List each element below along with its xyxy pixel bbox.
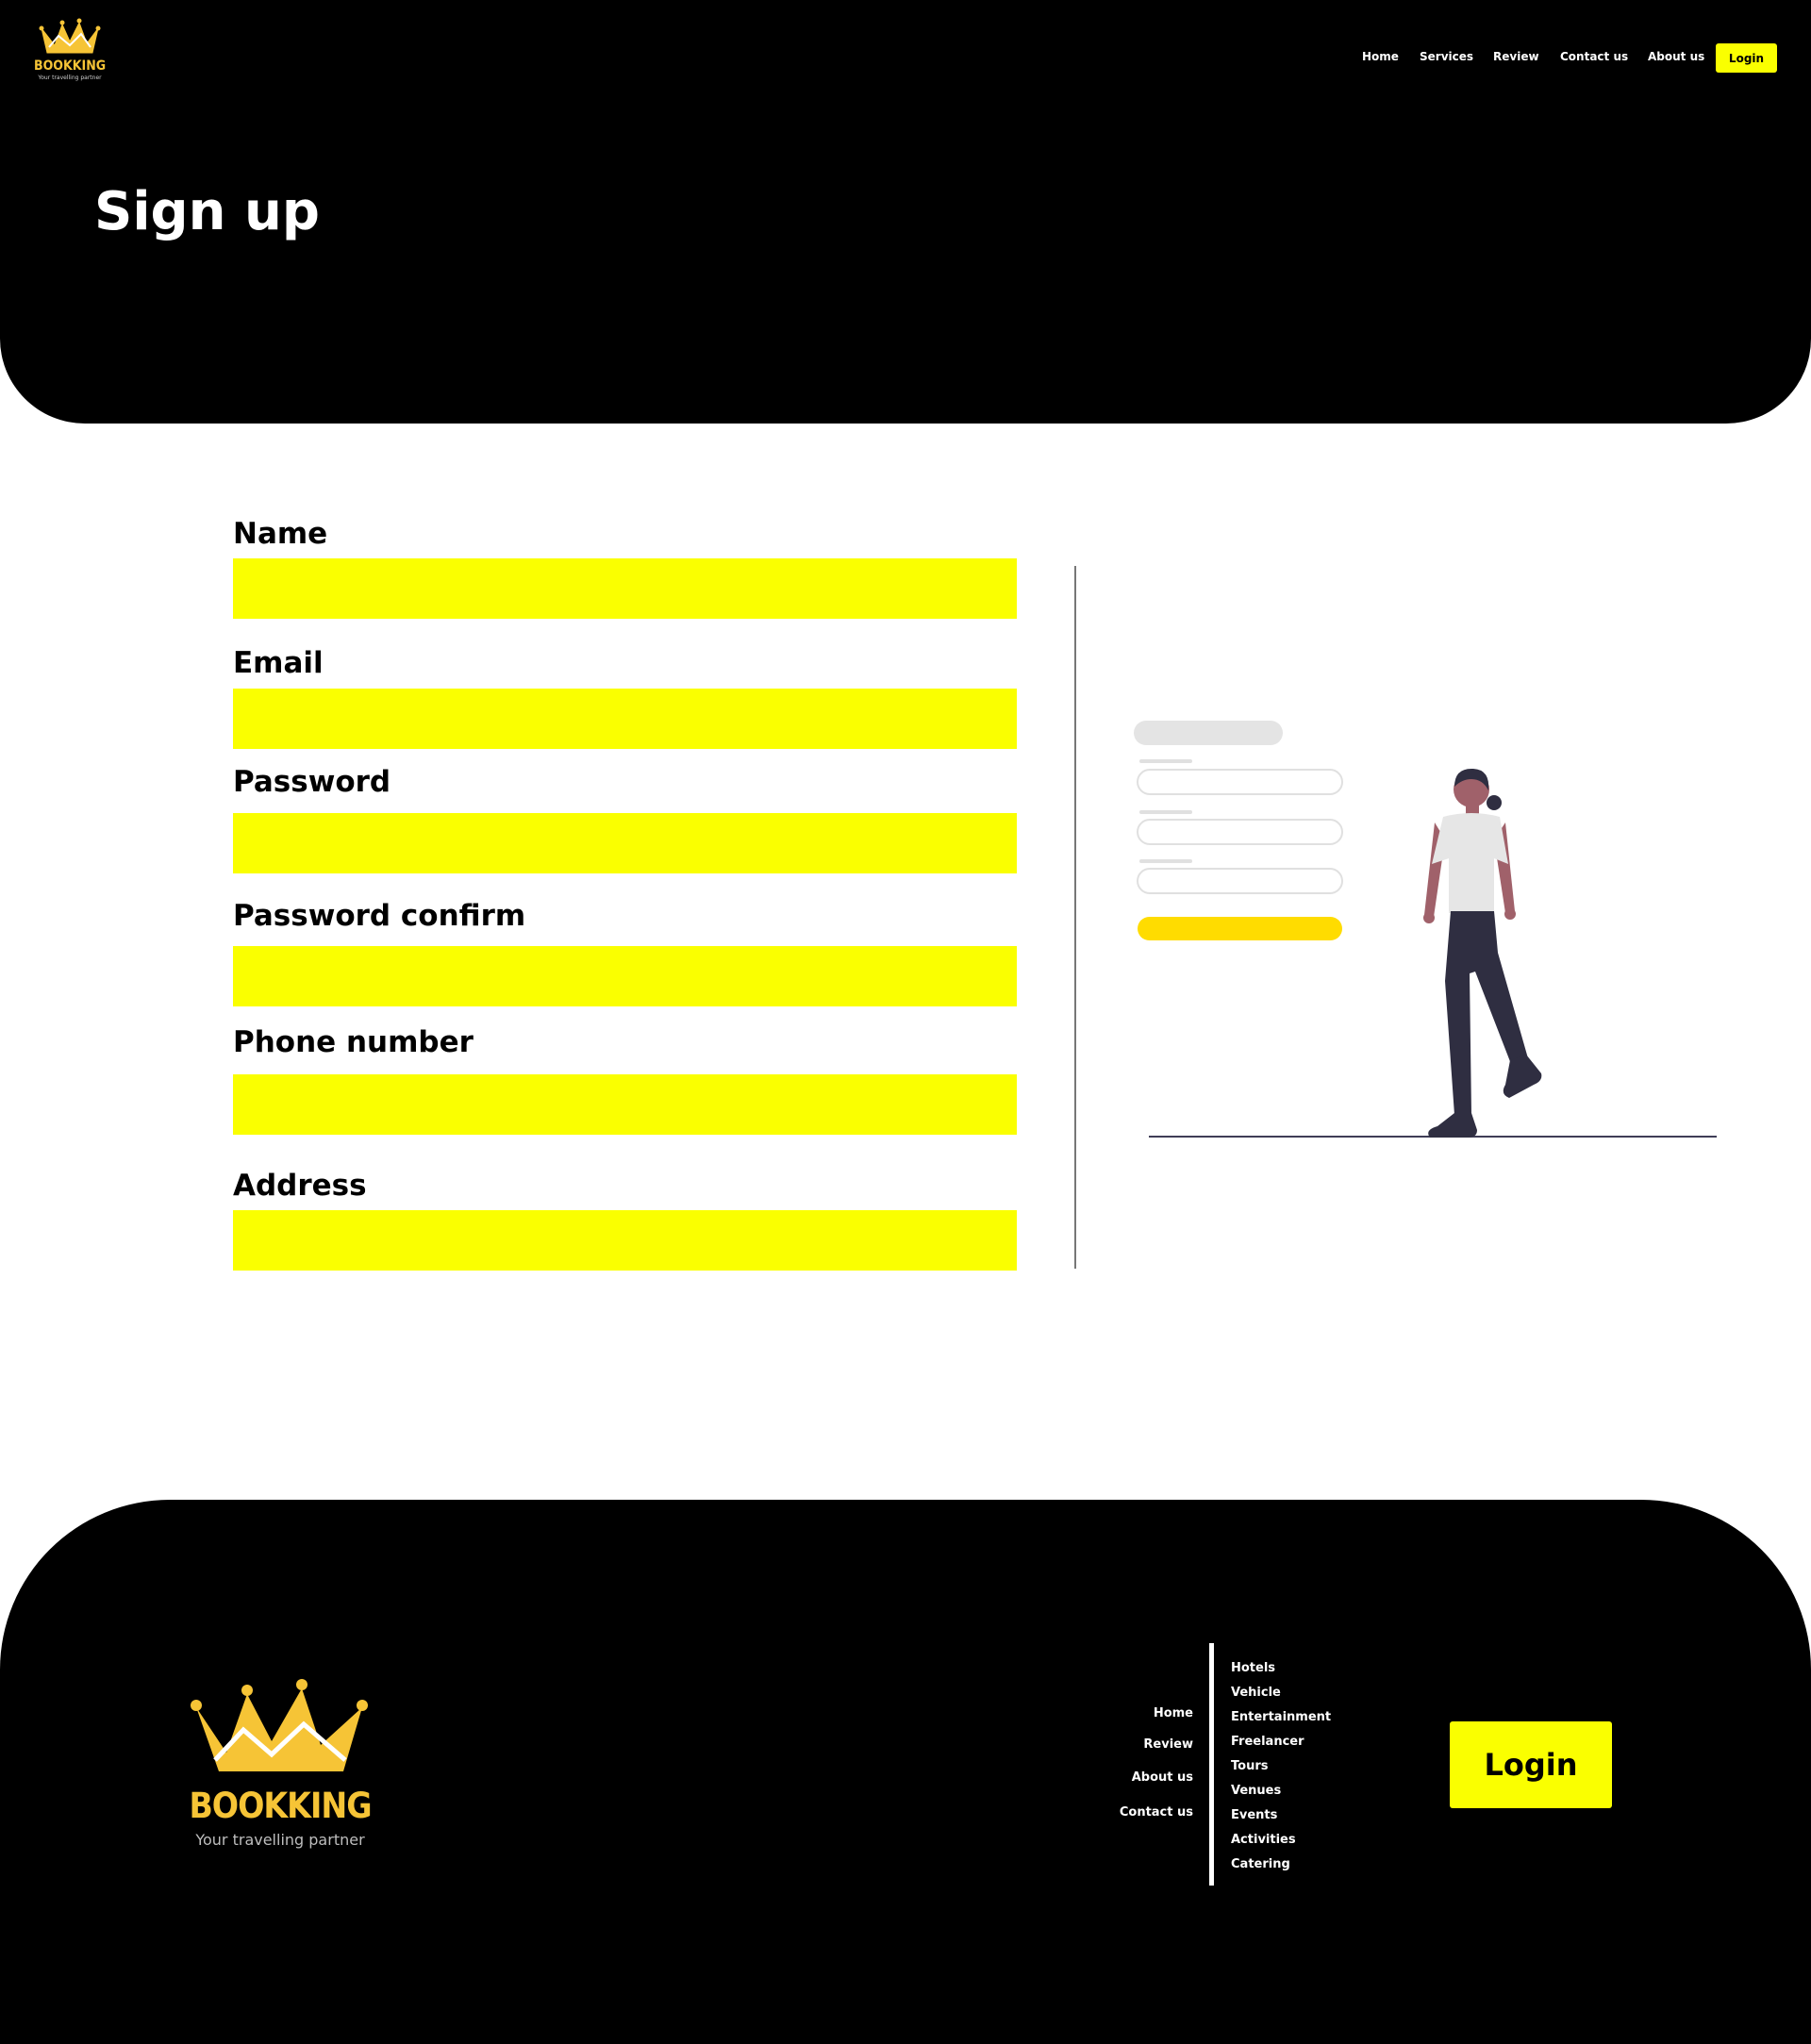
footer-brand-logo[interactable]: BOOKKING Your travelling partner — [189, 1679, 377, 1858]
footer-link-freelancer[interactable]: Freelancer — [1231, 1735, 1304, 1749]
mockup-field — [1137, 769, 1343, 795]
password-input[interactable] — [233, 813, 1017, 873]
form-divider — [1074, 566, 1076, 1269]
footer-nav-contact-us[interactable]: Contact us — [1120, 1805, 1193, 1820]
footer-nav-about-us[interactable]: About us — [1132, 1770, 1193, 1785]
email-label: Email — [233, 646, 324, 680]
footer-nav-review[interactable]: Review — [1143, 1737, 1193, 1752]
footer-link-entertainment[interactable]: Entertainment — [1231, 1710, 1331, 1724]
footer-link-events[interactable]: Events — [1231, 1808, 1277, 1822]
mockup-label — [1139, 859, 1192, 863]
email-input[interactable] — [233, 689, 1017, 749]
name-input[interactable] — [233, 558, 1017, 619]
footer-divider — [1209, 1643, 1214, 1886]
mockup-label — [1139, 759, 1192, 763]
address-input[interactable] — [233, 1210, 1017, 1271]
mockup-button — [1138, 917, 1342, 940]
mockup-field — [1137, 819, 1343, 845]
nav-about-us[interactable]: About us — [1648, 50, 1704, 63]
footer-brand-name: BOOKKING — [189, 1786, 372, 1826]
address-label: Address — [233, 1169, 367, 1203]
footer-link-catering[interactable]: Catering — [1231, 1857, 1290, 1871]
footer-link-hotels[interactable]: Hotels — [1231, 1661, 1275, 1675]
phone-number-label: Phone number — [233, 1025, 474, 1059]
mockup-field — [1137, 868, 1343, 894]
footer-link-tours[interactable]: Tours — [1231, 1759, 1268, 1773]
phone-number-input[interactable] — [233, 1074, 1017, 1135]
brand-name: BOOKKING — [34, 58, 107, 74]
brand-logo[interactable]: BOOKKING Your travelling partner — [34, 17, 106, 85]
nav-contact-us[interactable]: Contact us — [1560, 50, 1628, 63]
nav-home[interactable]: Home — [1362, 50, 1399, 63]
nav-review[interactable]: Review — [1493, 50, 1539, 63]
crown-icon — [39, 18, 101, 54]
nav-services[interactable]: Services — [1420, 50, 1473, 63]
mockup-title-bar — [1134, 721, 1283, 745]
footer-login-button[interactable]: Login — [1450, 1721, 1612, 1808]
password-label: Password — [233, 765, 391, 799]
crown-icon — [191, 1679, 368, 1771]
header-login-button[interactable]: Login — [1716, 43, 1777, 73]
password-confirm-label: Password confirm — [233, 899, 526, 933]
footer-brand-tagline: Your travelling partner — [195, 1831, 365, 1849]
footer-link-vehicle[interactable]: Vehicle — [1231, 1686, 1281, 1700]
footer-nav-home[interactable]: Home — [1154, 1706, 1193, 1720]
password-confirm-input[interactable] — [233, 946, 1017, 1006]
brand-tagline: Your travelling partner — [38, 75, 102, 81]
person-figure — [1423, 768, 1542, 1138]
footer-link-venues[interactable]: Venues — [1231, 1784, 1281, 1798]
signup-illustration — [1134, 721, 1717, 1138]
page-title: Sign up — [94, 181, 320, 242]
name-label: Name — [233, 517, 328, 551]
footer-link-activities[interactable]: Activities — [1231, 1833, 1296, 1847]
mockup-label — [1139, 810, 1192, 814]
